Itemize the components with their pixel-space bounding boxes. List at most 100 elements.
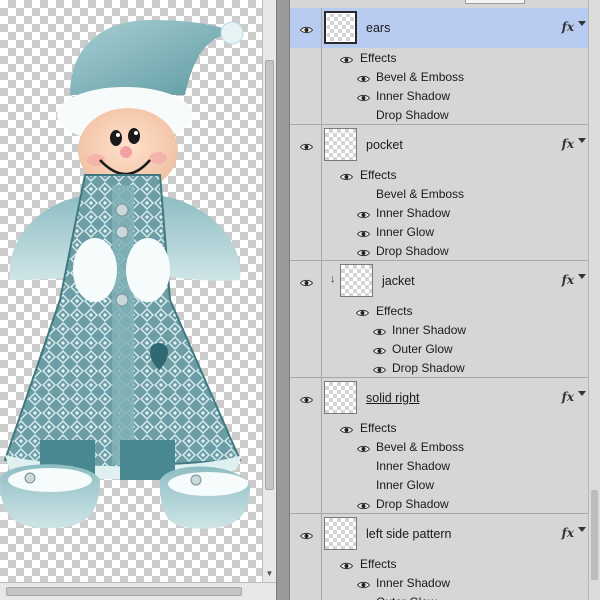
eye-icon[interactable] <box>356 91 371 102</box>
effect-visibility-column <box>290 475 322 494</box>
layers-panel-scrollbar[interactable] <box>588 0 600 600</box>
fx-icon[interactable]: fx <box>562 526 574 540</box>
scroll-down-arrow-icon[interactable]: ▼ <box>265 569 274 578</box>
effects-row[interactable]: Effects <box>290 165 588 184</box>
eye-icon[interactable] <box>339 423 354 434</box>
collapse-effects-arrow-icon[interactable] <box>578 274 586 279</box>
effect-row[interactable]: Outer Glow <box>290 592 588 600</box>
layer-thumbnail[interactable] <box>324 128 357 161</box>
layer-header[interactable]: solid right fx <box>290 378 588 418</box>
panel-divider[interactable] <box>276 0 290 600</box>
eye-icon[interactable] <box>339 559 354 570</box>
layer-header[interactable]: left side pattern fx <box>290 514 588 554</box>
eye-icon[interactable] <box>356 442 371 453</box>
eye-icon[interactable] <box>356 246 371 257</box>
layer-thumbnail[interactable] <box>324 381 357 414</box>
layer-name[interactable]: ears <box>366 21 390 35</box>
effect-label: Inner Shadow <box>376 459 451 473</box>
eye-icon[interactable] <box>372 363 387 374</box>
layer-row[interactable]: ears fx Effects Bevel & Emboss Inner Shadow D… <box>290 8 588 125</box>
effect-row[interactable]: Bevel & Emboss <box>290 67 588 86</box>
effects-row[interactable]: Effects <box>290 301 588 320</box>
layer-thumbnail[interactable] <box>340 264 373 297</box>
effects-row[interactable]: Effects <box>290 48 588 67</box>
effect-visibility-column <box>290 184 322 203</box>
layer-header[interactable]: ↓ jacket fx <box>290 261 588 301</box>
effect-visibility-column <box>290 241 322 260</box>
effects-row[interactable]: Effects <box>290 554 588 573</box>
collapse-effects-arrow-icon[interactable] <box>578 391 586 396</box>
layer-row[interactable]: solid right fx Effects Bevel & Emboss Inner … <box>290 378 588 514</box>
canvas-horizontal-scroll-thumb[interactable] <box>6 587 242 596</box>
eye-icon[interactable] <box>355 306 370 317</box>
effect-row[interactable]: Bevel & Emboss <box>290 184 588 203</box>
collapse-effects-arrow-icon[interactable] <box>578 138 586 143</box>
eye-icon[interactable] <box>299 276 314 287</box>
effect-label: Bevel & Emboss <box>376 440 465 454</box>
eye-icon[interactable] <box>356 578 371 589</box>
layer-visibility-column <box>290 514 322 554</box>
layers-panel-scroll-thumb[interactable] <box>591 490 598 580</box>
document-canvas[interactable] <box>0 0 262 582</box>
layer-row[interactable]: ↓ jacket fx Effects Inner Shadow Outer Glow Dr… <box>290 261 588 378</box>
layer-name[interactable]: left side pattern <box>366 527 451 541</box>
effect-visibility-column <box>290 358 322 377</box>
eye-icon[interactable] <box>372 344 387 355</box>
effect-row[interactable]: Drop Shadow <box>290 241 588 260</box>
panel-top-field[interactable] <box>465 0 525 4</box>
canvas-vertical-scrollbar[interactable]: ▼ <box>262 0 276 582</box>
layer-thumbnail[interactable] <box>324 517 357 550</box>
eye-icon[interactable] <box>299 140 314 151</box>
effect-visibility-column <box>290 592 322 600</box>
effect-row[interactable]: Drop Shadow <box>290 494 588 513</box>
effect-row[interactable]: Drop Shadow <box>290 358 588 377</box>
canvas-vertical-scroll-thumb[interactable] <box>265 60 274 490</box>
layer-name[interactable]: pocket <box>366 138 403 152</box>
effect-visibility-column <box>290 573 322 592</box>
effects-row[interactable]: Effects <box>290 418 588 437</box>
effect-row[interactable]: Inner Shadow <box>290 573 588 592</box>
fx-icon[interactable]: fx <box>562 390 574 404</box>
eye-icon[interactable] <box>339 53 354 64</box>
layer-name[interactable]: jacket <box>382 274 415 288</box>
eye-icon[interactable] <box>356 499 371 510</box>
effect-visibility-column <box>290 222 322 241</box>
eye-icon[interactable] <box>299 23 314 34</box>
collapse-effects-arrow-icon[interactable] <box>578 21 586 26</box>
fx-icon[interactable]: fx <box>562 137 574 151</box>
fx-icon[interactable]: fx <box>562 20 574 34</box>
layer-name[interactable]: solid right <box>366 391 420 405</box>
eye-icon[interactable] <box>372 325 387 336</box>
eye-icon[interactable] <box>356 227 371 238</box>
effect-visibility-column <box>290 86 322 105</box>
effects-label: Effects <box>360 421 397 435</box>
effect-row[interactable]: Outer Glow <box>290 339 588 358</box>
collapse-effects-arrow-icon[interactable] <box>578 527 586 532</box>
eye-icon[interactable] <box>356 72 371 83</box>
effect-row[interactable]: Inner Glow <box>290 475 588 494</box>
effect-row[interactable]: Inner Shadow <box>290 456 588 475</box>
effect-row[interactable]: Inner Shadow <box>290 86 588 105</box>
effect-label: Inner Shadow <box>376 89 451 103</box>
effect-label: Bevel & Emboss <box>376 70 465 84</box>
layer-row[interactable]: left side pattern fx Effects Inner Shadow Ou… <box>290 514 588 600</box>
effect-label: Drop Shadow <box>392 361 465 375</box>
effect-visibility-column <box>290 320 322 339</box>
effect-row[interactable]: Bevel & Emboss <box>290 437 588 456</box>
effect-visibility-column <box>290 67 322 86</box>
eye-icon[interactable] <box>339 170 354 181</box>
eye-icon[interactable] <box>299 529 314 540</box>
effect-row[interactable]: Inner Shadow <box>290 203 588 222</box>
effect-row[interactable]: Inner Shadow <box>290 320 588 339</box>
layer-thumbnail[interactable] <box>324 11 357 44</box>
layer-header[interactable]: ears fx <box>290 8 588 48</box>
effect-row[interactable]: Inner Glow <box>290 222 588 241</box>
eye-icon[interactable] <box>299 393 314 404</box>
eye-icon[interactable] <box>356 208 371 219</box>
effect-row[interactable]: Drop Shadow <box>290 105 588 124</box>
canvas-horizontal-scrollbar[interactable] <box>0 582 276 600</box>
fx-icon[interactable]: fx <box>562 273 574 287</box>
effect-visibility-column <box>290 203 322 222</box>
layer-header[interactable]: pocket fx <box>290 125 588 165</box>
layer-row[interactable]: pocket fx Effects Bevel & Emboss Inner Shado… <box>290 125 588 261</box>
